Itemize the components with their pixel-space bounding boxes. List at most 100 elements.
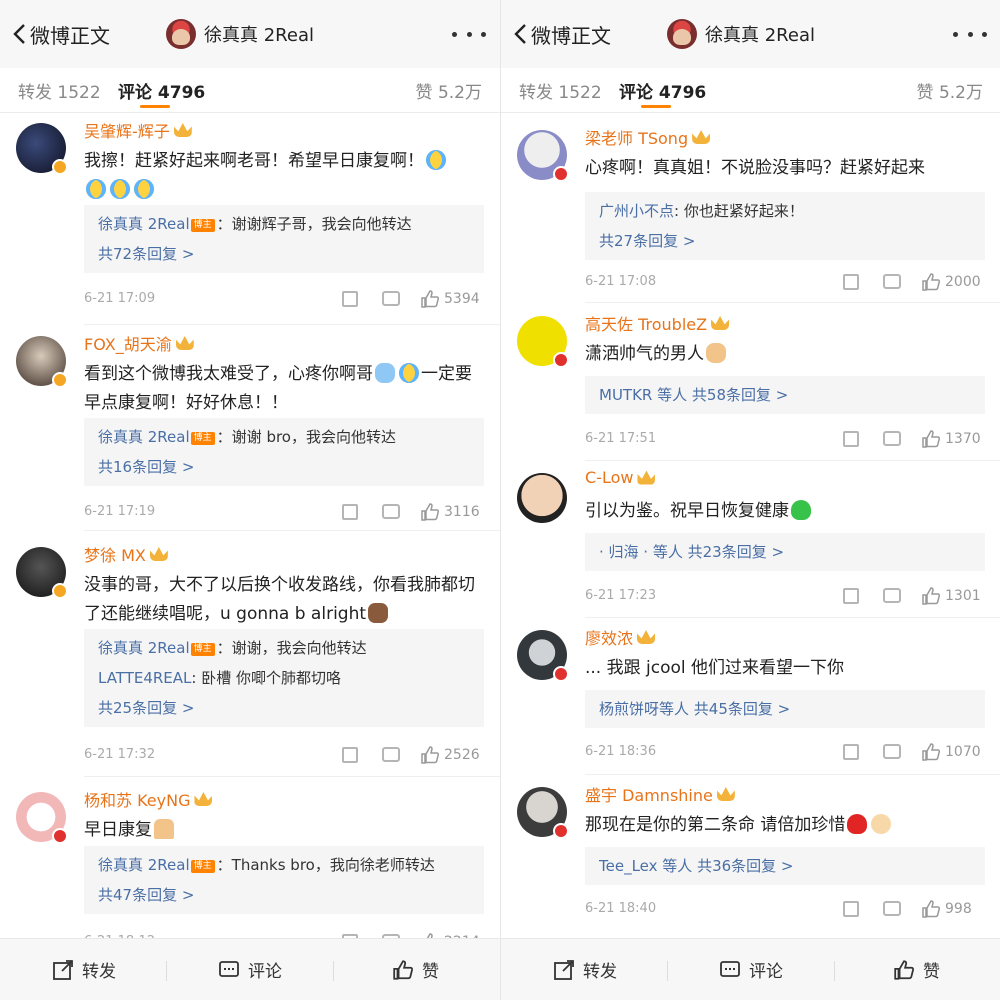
like-button[interactable]: 1301	[921, 586, 981, 606]
commenter-name[interactable]: 梁老师 TSong	[585, 125, 711, 149]
crown-icon	[716, 787, 735, 801]
like-button[interactable]: 3116	[420, 502, 480, 522]
reply-box[interactable]: 广州小不点: 你也赶紧好起来！ 共27条回复	[585, 192, 985, 260]
tab-like[interactable]: 赞 5.2万	[416, 78, 482, 103]
reply-icon[interactable]	[883, 431, 901, 446]
comment-button[interactable]: 评论	[218, 957, 282, 982]
like-count: 2526	[444, 747, 480, 763]
commenter-name[interactable]: 盛宇 Damnshine	[585, 782, 735, 806]
like-post-button[interactable]: 赞	[392, 957, 439, 982]
share-icon[interactable]	[342, 291, 358, 307]
reply-people[interactable]: Tee_Lex 等人	[599, 857, 692, 875]
more-options-button[interactable]	[452, 20, 486, 48]
avatar[interactable]	[16, 336, 68, 388]
avatar[interactable]	[517, 130, 569, 182]
more-replies-link[interactable]: 共72条回复	[98, 245, 194, 263]
nav-user[interactable]: 徐真真 2Real	[166, 18, 314, 50]
share-icon[interactable]	[342, 747, 358, 763]
thumbs-up-icon	[421, 746, 440, 764]
commenter-name[interactable]: FOX_胡天渝	[84, 331, 194, 355]
avatar[interactable]	[517, 473, 567, 523]
like-button[interactable]: 998	[921, 899, 972, 919]
commenter-name[interactable]: 梦徐 MX	[84, 542, 168, 566]
reply-icon[interactable]	[382, 747, 400, 762]
reply-author[interactable]: 广州小不点	[599, 202, 674, 220]
avatar[interactable]	[517, 787, 569, 839]
avatar[interactable]	[16, 123, 68, 175]
reply-icon[interactable]	[382, 291, 400, 306]
like-button[interactable]: 1370	[921, 429, 981, 449]
more-replies-link[interactable]: 共16条回复	[98, 458, 194, 476]
reply-author[interactable]: 徐真真 2Real	[98, 428, 190, 446]
like-button[interactable]: 1070	[921, 742, 981, 762]
tab-comment[interactable]: 评论 4796	[619, 78, 706, 103]
avatar[interactable]	[517, 630, 569, 682]
commenter-name[interactable]: 杨和苏 KeyNG	[84, 787, 213, 811]
reply-icon[interactable]	[883, 274, 901, 289]
reply-author[interactable]: 徐真真 2Real	[98, 215, 190, 233]
reply-box[interactable]: 徐真真 2Real 博主 ：谢谢 bro，我会向他转达 共16条回复	[84, 418, 484, 486]
comment-item: 梁老师 TSong 心疼啊！真真姐！不说脸没事吗？赶紧好起来 广州小不点: 你也…	[501, 120, 1000, 303]
avatar[interactable]	[16, 547, 68, 599]
share-icon[interactable]	[843, 588, 859, 604]
reply-box[interactable]: 徐真真 2Real 博主 ：Thanks bro，我向徐老师转达 共47条回复	[84, 846, 484, 914]
like-post-button[interactable]: 赞	[893, 957, 940, 982]
tab-repost[interactable]: 转发 1522	[519, 78, 602, 103]
share-icon[interactable]	[342, 504, 358, 520]
reply-box[interactable]: Tee_Lex 等人 共36条回复	[585, 847, 985, 885]
tab-comment[interactable]: 评论 4796	[118, 78, 205, 103]
reply-author[interactable]: 徐真真 2Real	[98, 856, 190, 874]
avatar[interactable]	[16, 792, 68, 844]
nav-user[interactable]: 徐真真 2Real	[667, 18, 815, 50]
share-icon[interactable]	[843, 901, 859, 917]
reply-icon[interactable]	[883, 744, 901, 759]
commenter-name[interactable]: 吴肇辉-辉子	[84, 118, 192, 142]
tab-like[interactable]: 赞 5.2万	[917, 78, 983, 103]
more-replies-link[interactable]: 共27条回复	[599, 232, 695, 250]
repost-button[interactable]: 转发	[553, 957, 617, 982]
repost-icon	[53, 959, 73, 980]
back-label: 微博正文	[531, 23, 611, 48]
reply-icon[interactable]	[883, 588, 901, 603]
reply-box[interactable]: 杨煎饼呀等人 共45条回复	[585, 690, 985, 728]
reply-icon[interactable]	[883, 901, 901, 916]
share-icon[interactable]	[843, 431, 859, 447]
reply-author[interactable]: 徐真真 2Real	[98, 639, 190, 657]
avatar	[166, 19, 196, 49]
reply-box[interactable]: 徐真真 2Real 博主 ：谢谢辉子哥，我会向他转达 共72条回复	[84, 205, 484, 273]
reply-box[interactable]: 徐真真 2Real 博主 ：谢谢，我会向他转达 LATTE4REAL: 卧槽 你唧个…	[84, 629, 484, 727]
avatar[interactable]	[517, 316, 569, 368]
reply-people[interactable]: 杨煎饼呀等人	[599, 700, 689, 718]
reply-box[interactable]: MUTKR 等人 共58条回复	[585, 376, 985, 414]
share-icon[interactable]	[843, 744, 859, 760]
reply-line: Tee_Lex 等人 共36条回复	[599, 851, 971, 881]
more-replies-link[interactable]: 共58条回复	[692, 386, 788, 404]
like-button[interactable]: 5394	[420, 289, 480, 309]
like-button[interactable]: 2526	[420, 745, 480, 765]
more-options-button[interactable]	[953, 20, 987, 48]
back-button[interactable]: 微博正文	[12, 18, 110, 50]
share-icon[interactable]	[843, 274, 859, 290]
more-replies-link[interactable]: 共36条回复	[697, 857, 793, 875]
reply-box[interactable]: · 归海 · 等人 共23条回复	[585, 533, 985, 571]
thumbs-up-icon	[922, 900, 941, 918]
more-replies-link[interactable]: 共45条回复	[694, 700, 790, 718]
reply-icon[interactable]	[382, 504, 400, 519]
tab-repost[interactable]: 转发 1522	[18, 78, 101, 103]
more-replies-link[interactable]: 共25条回复	[98, 699, 194, 717]
comment-button[interactable]: 评论	[719, 957, 783, 982]
repost-button[interactable]: 转发	[52, 957, 116, 982]
commenter-name[interactable]: 高天佐 TroubleZ	[585, 311, 730, 335]
commenter-name[interactable]: C-Low	[585, 468, 656, 487]
commenter-name[interactable]: 廖效浓	[585, 625, 656, 649]
more-replies-link[interactable]: 共23条回复	[688, 543, 784, 561]
like-button[interactable]: 2000	[921, 272, 981, 292]
reply-author[interactable]: LATTE4REAL	[98, 669, 191, 687]
back-button[interactable]: 微博正文	[513, 18, 611, 50]
reply-people[interactable]: MUTKR 等人	[599, 386, 687, 404]
reply-people[interactable]: · 归海 · 等人	[599, 543, 683, 561]
comment-meta: 6-21 17:23 1301	[585, 586, 985, 606]
reply-line: 广州小不点: 你也赶紧好起来！	[599, 196, 971, 226]
like-count: 3116	[444, 504, 480, 520]
more-replies-link[interactable]: 共47条回复	[98, 886, 194, 904]
